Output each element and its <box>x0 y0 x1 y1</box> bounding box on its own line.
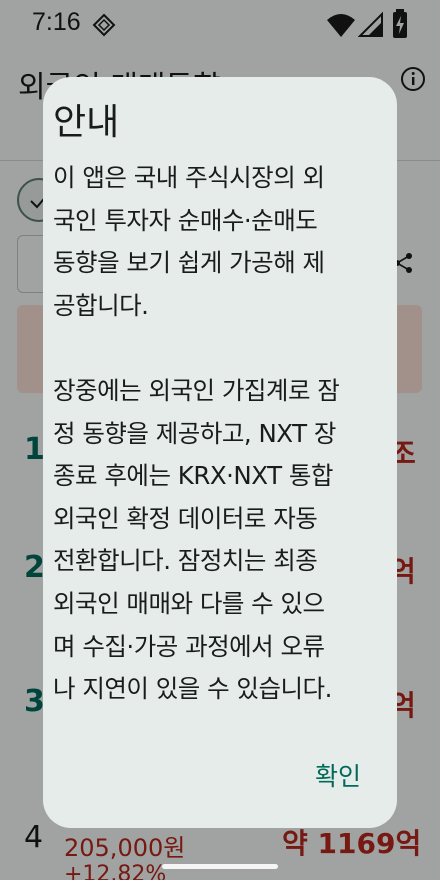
dialog-body-line: 공합니다. <box>53 290 149 320</box>
dialog-body-line: 전환합니다. 잠정치는 최종 <box>53 546 318 576</box>
dialog-title: 안내 <box>53 102 120 143</box>
dialog-body-line: 며 수집·가공 과정에서 오류 <box>53 631 325 661</box>
dialog-body-line: 국인 투자자 순매수·순매도 <box>53 205 318 235</box>
dialog-body-line: 종료 후에는 KRX·NXT 통합 <box>53 461 333 491</box>
dialog-body: 이 앱은 국내 주식시장의 외 국인 투자자 순매수·순매도 동향을 보기 쉽게… <box>53 157 393 711</box>
dialog-body-line: 동향을 보기 쉽게 가공해 제 <box>53 248 325 278</box>
dialog-body-spacer <box>53 327 393 370</box>
dialog-body-line: 외국인 확정 데이터로 자동 <box>53 503 318 533</box>
confirm-button[interactable]: 확인 <box>293 753 383 801</box>
info-dialog: 안내 이 앱은 국내 주식시장의 외 국인 투자자 순매수·순매도 동향을 보기… <box>43 77 397 828</box>
dialog-body-line: 장중에는 외국인 가집계로 잠 <box>53 375 340 405</box>
dialog-body-line: 외국인 매매와 다를 수 있으 <box>53 588 325 618</box>
home-indicator[interactable] <box>162 864 278 869</box>
dialog-body-line: 이 앱은 국내 주식시장의 외 <box>53 163 325 192</box>
dialog-body-line: 정 동향을 제공하고, NXT 장 <box>53 418 336 448</box>
dialog-body-line: 나 지연이 있을 수 있습니다. <box>53 674 332 704</box>
